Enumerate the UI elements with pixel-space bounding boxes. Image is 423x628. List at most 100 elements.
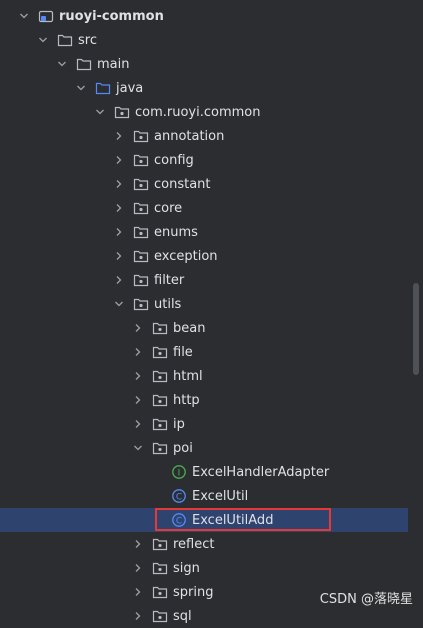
tree-node-label: spring [173,584,214,600]
tree-node[interactable]: filter [0,268,408,292]
tree-node-label: ip [173,416,185,432]
tree-node[interactable]: ip [0,412,408,436]
tree-node[interactable]: sql [0,604,408,628]
tree-node-label: ExcelUtil [192,488,249,504]
chevron-down-icon[interactable] [73,80,89,96]
package-icon [152,416,168,432]
chevron-right-icon[interactable] [130,416,146,432]
tree-node[interactable]: ruoyi-common [0,4,408,28]
tree-node[interactable]: enums [0,220,408,244]
tree-node[interactable]: I ExcelHandlerAdapter [0,460,408,484]
tree-node-label: html [173,368,203,384]
tree-node[interactable]: utils [0,292,408,316]
package-icon [133,272,149,288]
tree-node[interactable]: sign [0,556,408,580]
chevron-right-icon[interactable] [130,320,146,336]
package-icon [114,104,130,120]
tree-node[interactable]: com.ruoyi.common [0,100,408,124]
chevron-right-icon[interactable] [111,200,127,216]
tree-node-label: poi [173,440,193,456]
package-icon [133,296,149,312]
package-icon [152,320,168,336]
tree-node-label: utils [154,296,182,312]
tree-node-label: ExcelHandlerAdapter [192,464,330,480]
tree-node-label: annotation [154,128,225,144]
chevron-right-icon[interactable] [111,248,127,264]
tree-node-label: sign [173,560,200,576]
package-icon [133,128,149,144]
chevron-right-icon[interactable] [111,152,127,168]
chevron-right-icon[interactable] [130,560,146,576]
package-icon [133,176,149,192]
chevron-right-icon[interactable] [111,272,127,288]
tree-node[interactable]: C ExcelUtil [0,484,408,508]
folder-icon [57,32,73,48]
class-icon: C [171,488,187,504]
chevron-right-icon[interactable] [130,392,146,408]
tree-node[interactable]: file [0,340,408,364]
package-icon [152,584,168,600]
package-icon [133,200,149,216]
tree-node-label: file [173,344,193,360]
tree-node-label: com.ruoyi.common [135,104,261,120]
chevron-right-icon[interactable] [111,176,127,192]
tree-node-label: bean [173,320,206,336]
package-icon [133,248,149,264]
package-icon [152,440,168,456]
tree-node-label: ruoyi-common [59,8,164,24]
svg-text:I: I [178,469,181,479]
tree-node-label: constant [154,176,211,192]
interface-icon: I [171,464,187,480]
chevron-down-icon[interactable] [35,32,51,48]
tree-node[interactable]: exception [0,244,408,268]
svg-text:C: C [176,493,182,503]
chevron-right-icon[interactable] [130,368,146,384]
tree-node[interactable]: html [0,364,408,388]
tree-node-label: http [173,392,200,408]
package-icon [152,536,168,552]
tree-node[interactable]: config [0,148,408,172]
tree-node[interactable]: core [0,196,408,220]
tree-node[interactable]: reflect [0,532,408,556]
watermark: CSDN @落晓星 [319,592,413,607]
chevron-right-icon[interactable] [130,344,146,360]
tree-node[interactable]: http [0,388,408,412]
tree-node-label: enums [154,224,198,240]
package-icon [133,152,149,168]
package-icon [133,224,149,240]
folder-icon [76,56,92,72]
tree-node[interactable]: constant [0,172,408,196]
package-icon [152,392,168,408]
chevron-down-icon[interactable] [111,296,127,312]
chevron-right-icon[interactable] [111,224,127,240]
tree-node-label: filter [154,272,185,288]
chevron-down-icon[interactable] [16,8,32,24]
tree-node[interactable]: main [0,52,408,76]
tree-node-label: sql [173,608,192,624]
package-icon [152,344,168,360]
tree-node-label: reflect [173,536,215,552]
chevron-down-icon[interactable] [92,104,108,120]
tree-node[interactable]: src [0,28,408,52]
module-icon [38,8,54,24]
tree-node-label: main [97,56,130,72]
tree-node-label: config [154,152,194,168]
package-icon [152,560,168,576]
vertical-scrollbar[interactable] [413,283,419,375]
chevron-down-icon[interactable] [130,440,146,456]
tree-node-label: exception [154,248,218,264]
chevron-right-icon[interactable] [111,128,127,144]
tree-node-label: src [78,32,97,48]
chevron-down-icon[interactable] [54,56,70,72]
tree-node[interactable]: annotation [0,124,408,148]
chevron-right-icon[interactable] [130,608,146,624]
tree-node[interactable]: java [0,76,408,100]
tree-node[interactable]: poi [0,436,408,460]
tree-node-label: java [116,80,144,96]
chevron-right-icon[interactable] [130,536,146,552]
chevron-right-icon[interactable] [130,584,146,600]
tree-node[interactable]: bean [0,316,408,340]
package-icon [152,368,168,384]
